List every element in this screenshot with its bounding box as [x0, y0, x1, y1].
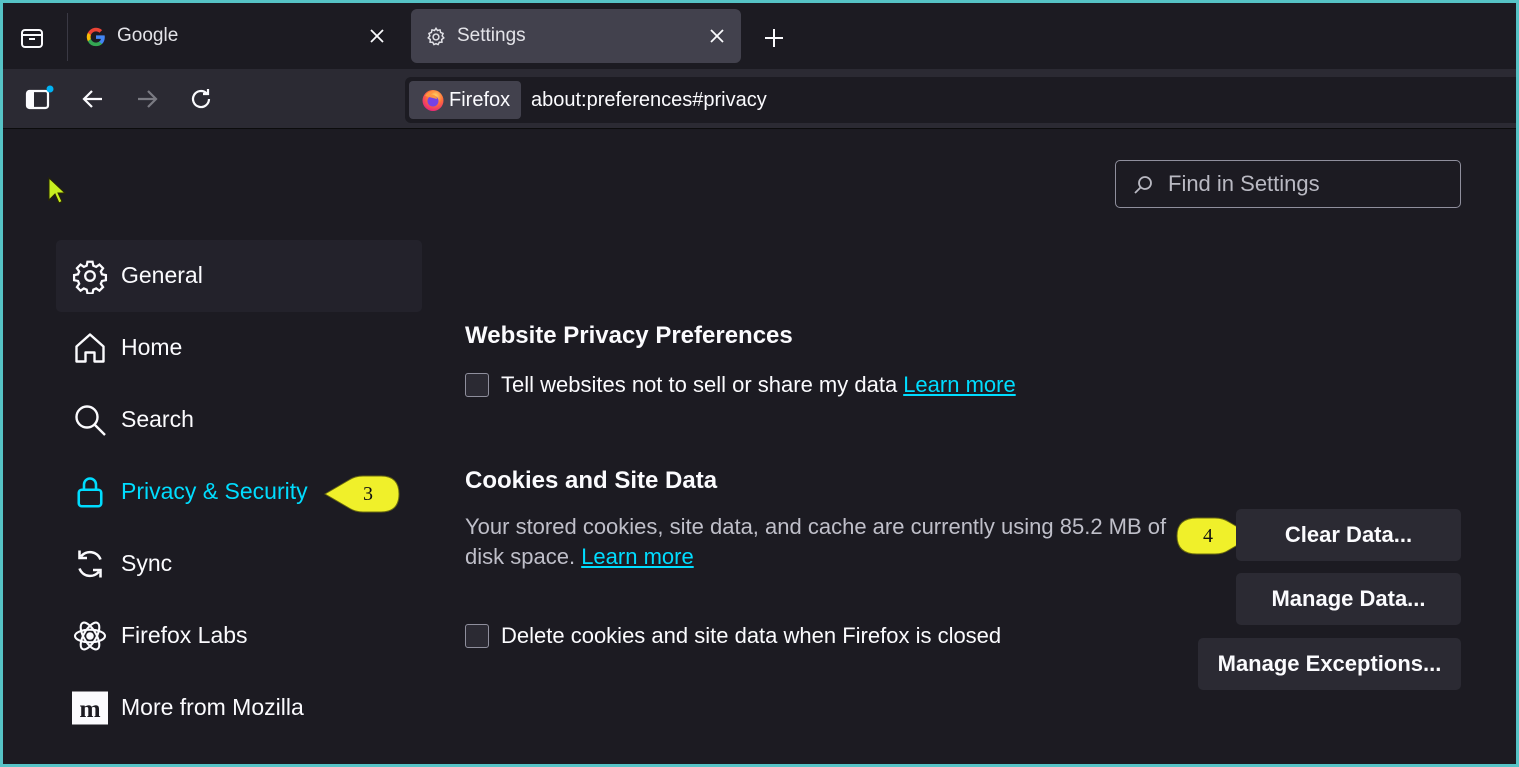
close-tab-icon[interactable] — [705, 24, 729, 48]
firefox-logo-icon — [422, 90, 444, 111]
do-not-sell-label[interactable]: Tell websites not to sell or share my da… — [501, 372, 897, 398]
sidebar-item-sync[interactable]: Sync — [56, 528, 422, 600]
forward-arrow-icon[interactable] — [131, 83, 163, 115]
url-bar[interactable]: Firefox about:preferences#privacy — [405, 77, 1516, 123]
search-icon — [1134, 176, 1152, 194]
identity-label: Firefox — [449, 88, 511, 111]
navigation-toolbar: Firefox about:preferences#privacy — [3, 69, 1516, 129]
tab-title: Google — [117, 25, 179, 46]
sidebar-toggle-icon[interactable] — [23, 83, 55, 115]
sidebar-item-general[interactable]: General — [56, 240, 422, 312]
tab-strip: Google Settings — [3, 3, 1516, 69]
sidebar-item-label: General — [121, 262, 203, 288]
sidebar-item-label: Sync — [121, 550, 173, 576]
reload-icon[interactable] — [185, 83, 217, 115]
sidebar-item-firefox-labs[interactable]: Firefox Labs — [56, 600, 422, 672]
search-icon — [72, 402, 108, 438]
home-icon — [72, 330, 108, 366]
tab-overview-icon[interactable] — [17, 23, 47, 53]
back-arrow-icon[interactable] — [77, 83, 109, 115]
do-not-sell-row: Tell websites not to sell or share my da… — [465, 372, 1016, 398]
learn-more-link[interactable]: Learn more — [581, 544, 694, 569]
do-not-sell-checkbox[interactable] — [465, 373, 489, 397]
svg-text:m: m — [79, 694, 100, 723]
delete-on-close-row: Delete cookies and site data when Firefo… — [465, 623, 1001, 649]
delete-on-close-checkbox[interactable] — [465, 624, 489, 648]
callout-number: 3 — [363, 483, 373, 505]
sidebar-item-home[interactable]: Home — [56, 312, 422, 384]
sidebar-item-label: Privacy & Security — [121, 478, 308, 504]
gear-icon — [427, 26, 445, 46]
sidebar-item-label: Search — [121, 406, 194, 432]
callout-number: 4 — [1203, 525, 1213, 547]
url-text[interactable]: about:preferences#privacy — [531, 89, 767, 112]
tab-title: Settings — [457, 25, 526, 46]
identity-box[interactable]: Firefox — [409, 81, 521, 119]
cookies-description: Your stored cookies, site data, and cach… — [465, 512, 1185, 572]
sidebar-item-label: Home — [121, 334, 183, 360]
sidebar-item-label: Firefox Labs — [121, 622, 248, 648]
search-input[interactable] — [1168, 169, 1448, 199]
manage-exceptions-button[interactable]: Manage Exceptions... — [1198, 638, 1461, 690]
atom-icon — [72, 618, 108, 654]
close-tab-icon[interactable] — [365, 24, 389, 48]
cookies-usage-text: Your stored cookies, site data, and cach… — [465, 514, 1167, 569]
sidebar-item-search[interactable]: Search — [56, 384, 422, 456]
settings-page: General Home Search — [3, 130, 1516, 764]
sidebar-item-more-from-mozilla[interactable]: m More from Mozilla — [56, 672, 422, 744]
find-in-settings-field[interactable] — [1115, 160, 1461, 208]
lock-icon — [72, 474, 108, 510]
new-tab-icon[interactable] — [759, 23, 789, 53]
manage-data-button[interactable]: Manage Data... — [1236, 573, 1461, 625]
sidebar-item-label: More from Mozilla — [121, 694, 304, 720]
clear-data-button[interactable]: Clear Data... — [1236, 509, 1461, 561]
gear-icon — [72, 258, 108, 294]
tab-settings[interactable]: Settings — [411, 9, 741, 63]
step-callout-3: 3 — [323, 474, 400, 514]
sync-icon — [72, 546, 108, 582]
google-g-icon — [86, 27, 105, 47]
learn-more-link[interactable]: Learn more — [903, 372, 1016, 398]
tab-google[interactable]: Google — [71, 9, 401, 63]
browser-window: Google Settings Firefox about:preference… — [3, 3, 1516, 764]
mouse-pointer-icon — [48, 176, 67, 204]
tab-separator — [67, 13, 68, 61]
section-heading-cookies: Cookies and Site Data — [465, 467, 718, 494]
section-heading-website-privacy: Website Privacy Preferences — [465, 322, 793, 349]
mozilla-m-icon: m — [72, 690, 108, 726]
delete-on-close-label[interactable]: Delete cookies and site data when Firefo… — [501, 623, 1001, 649]
